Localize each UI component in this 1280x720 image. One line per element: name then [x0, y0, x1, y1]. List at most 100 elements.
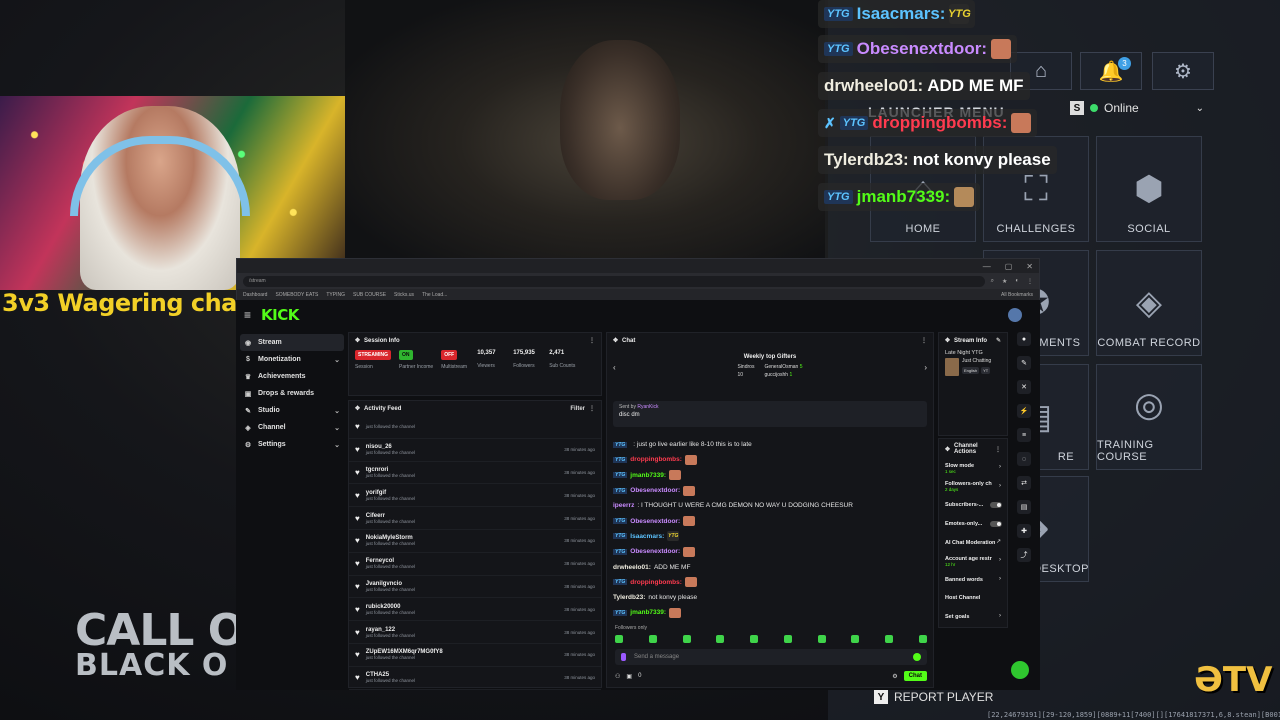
chevron-left-icon[interactable]: ‹	[613, 363, 616, 372]
settings-button[interactable]: ⚙	[1152, 52, 1214, 90]
chat-username[interactable]: jmanb7339:	[630, 472, 666, 479]
chat-username[interactable]: drwheelo01:	[613, 564, 651, 571]
activity-row[interactable]: ♥ ZUpEW16MXM6qr7MG0fY8 just followed the c…	[349, 644, 601, 667]
bookmark-item[interactable]: SOMEBODY EATS	[275, 292, 318, 298]
wrench-icon[interactable]: ✚	[1017, 524, 1031, 538]
activity-row[interactable]: ♥ yorifgif just followed the channel 38 min…	[349, 484, 601, 508]
list-icon[interactable]: ≡	[1017, 428, 1031, 442]
tile-combat-record[interactable]: ◈ COMBAT RECORD	[1096, 250, 1202, 356]
chat-message[interactable]: YTG jmanb7339:	[613, 468, 927, 483]
chat-message[interactable]: YTG: just go live earlier like 8-10 this…	[613, 437, 927, 452]
emoji-icon[interactable]	[913, 653, 921, 661]
emote-icon[interactable]	[885, 635, 894, 643]
sidebar-item-channel[interactable]: ◈ Channel ⌄	[240, 419, 344, 436]
chevron-right-icon[interactable]: ›	[924, 363, 927, 372]
green-action-button[interactable]	[1011, 661, 1029, 679]
channel-action-item[interactable]: Followers-only ch 2 days ›	[939, 478, 1007, 497]
star-icon[interactable]: ★	[1002, 278, 1007, 285]
activity-row[interactable]: ♥ tgcnrori just followed the channel 38 min…	[349, 462, 601, 485]
activity-row[interactable]: ♥ just followed the channel	[349, 416, 601, 439]
tile-training-course[interactable]: ◎ TRAINING COURSE	[1096, 364, 1202, 470]
channel-action-item[interactable]: AI Chat Moderation ↗	[939, 533, 1007, 552]
drag-handle-icon[interactable]: ✥	[355, 405, 360, 412]
emote-icon[interactable]	[615, 635, 623, 643]
drag-handle-icon[interactable]: ✥	[945, 446, 950, 453]
all-bookmarks[interactable]: All Bookmarks	[1001, 292, 1033, 298]
chat-message[interactable]: drwheelo01: ADD ME MF	[613, 559, 927, 574]
activity-row[interactable]: ♥ NokiaMyleStorm just followed the channel…	[349, 530, 601, 553]
kick-logo[interactable]: KICK	[261, 306, 299, 324]
channel-action-item[interactable]: Subscribers-...	[939, 496, 1007, 515]
activity-row[interactable]: ♥ Jvanilgvncio just followed the channel 38…	[349, 576, 601, 599]
channel-action-item[interactable]: Account age restr 12 hr ›	[939, 552, 1007, 571]
filter-button[interactable]: Filter	[570, 406, 585, 412]
send-chat-button[interactable]: Chat	[903, 671, 927, 681]
more-options-icon[interactable]: ⋮	[995, 446, 1001, 453]
sidebar-item-settings[interactable]: ⚙ Settings ⌄	[240, 436, 344, 453]
bookmark-item[interactable]: Dashboard	[243, 292, 267, 298]
chat-username[interactable]: Tylerdb23:	[613, 594, 645, 601]
activity-row[interactable]: ♥ CTHA25 just followed the channel 38 minut…	[349, 667, 601, 690]
sidebar-item-monetization[interactable]: $ Monetization ⌄	[240, 351, 344, 368]
status-badge[interactable]: STREAMING	[355, 350, 391, 360]
channel-action-item[interactable]: Host Channel	[939, 589, 1007, 608]
chat-message[interactable]: YTG Obesenextdoor:	[613, 513, 927, 528]
status-badge[interactable]: ON	[399, 350, 413, 360]
emote-icon[interactable]	[783, 635, 792, 643]
sidebar-item-stream[interactable]: ◉ Stream	[240, 334, 344, 351]
drag-handle-icon[interactable]: ✥	[945, 337, 950, 344]
hamburger-menu-icon[interactable]: ≡	[244, 308, 251, 322]
layout-icon[interactable]: ▤	[1017, 500, 1031, 514]
bolt-icon[interactable]: ⚡	[1017, 404, 1031, 418]
extension-icon[interactable]: ◐	[1015, 278, 1019, 285]
swap-icon[interactable]: ⇄	[1017, 476, 1031, 490]
activity-row[interactable]: ♥ rayan_122 just followed the channel 38 mi…	[349, 621, 601, 644]
chat-username[interactable]: Obesenextdoor:	[630, 548, 680, 555]
emote-icon[interactable]	[851, 635, 860, 643]
menu-icon[interactable]: ⋮	[1027, 278, 1033, 285]
chat-message[interactable]: YTG Obesenextdoor:	[613, 544, 927, 559]
gift-icon[interactable]: ▣	[626, 673, 632, 680]
chat-message[interactable]: YTG Isaacmars: YTG	[613, 529, 927, 544]
emote-icon[interactable]	[648, 635, 657, 643]
chat-username[interactable]: Obesenextdoor:	[630, 487, 680, 494]
chat-username[interactable]: droppingbombs:	[630, 456, 682, 463]
zoom-icon[interactable]: ⌕	[991, 278, 994, 285]
avatar[interactable]	[1008, 308, 1022, 322]
chat-username[interactable]: droppingbombs:	[630, 579, 682, 586]
bookmark-item[interactable]: TYPING	[326, 292, 345, 298]
bookmark-item[interactable]: SUB COURSE	[353, 292, 386, 298]
tile-social[interactable]: ⬢ SOCIAL	[1096, 136, 1202, 242]
activity-row[interactable]: ♥ nisou_26 just followed the channel 38 min…	[349, 439, 601, 462]
chat-message[interactable]: ipeerrz: I THOUGHT U WERE A CMG DEMON NO…	[613, 498, 927, 513]
channel-action-item[interactable]: Slow mode 1 sec ›	[939, 459, 1007, 478]
more-options-icon[interactable]: ⋮	[589, 337, 595, 344]
chat-username[interactable]: Obesenextdoor:	[630, 518, 680, 525]
bookmark-item[interactable]: The Load...	[422, 292, 447, 298]
chat-message[interactable]: YTG jmanb7339:	[613, 605, 927, 620]
chat-message[interactable]: YTG droppingbombs:	[613, 452, 927, 467]
sidebar-item-drops[interactable]: ▣ Drops & rewards	[240, 385, 344, 402]
chat-username[interactable]: jmanb7339:	[630, 609, 666, 616]
close-icon[interactable]: ✕	[1017, 380, 1031, 394]
users-icon[interactable]: ⚇	[615, 673, 620, 680]
more-options-icon[interactable]: ⋮	[921, 337, 927, 344]
emote-icon[interactable]	[918, 635, 927, 643]
chat-username[interactable]: ipeerrz	[613, 502, 634, 509]
report-player-button[interactable]: Y REPORT PLAYER	[874, 690, 993, 704]
chat-message[interactable]: YTG Obesenextdoor:	[613, 483, 927, 498]
drag-handle-icon[interactable]: ✥	[355, 337, 360, 344]
online-status-dropdown[interactable]: S Online ⌄	[1070, 98, 1204, 118]
chat-input[interactable]: Send a message	[615, 649, 927, 665]
edit-icon[interactable]: ✎	[996, 337, 1001, 344]
emote-icon[interactable]	[716, 635, 725, 643]
sidebar-item-studio[interactable]: ✎ Studio ⌄	[240, 402, 344, 419]
activity-row[interactable]: ♥ Ferneycol just followed the channel 38 mi…	[349, 553, 601, 576]
info-icon[interactable]: ●	[1017, 332, 1031, 346]
status-badge[interactable]: OFF	[441, 350, 458, 360]
activity-row[interactable]: ♥ rubick20000 just followed the channel 38 …	[349, 598, 601, 622]
emote-icon[interactable]	[682, 635, 691, 643]
drag-handle-icon[interactable]: ✥	[613, 337, 618, 344]
maximize-icon[interactable]: ▢	[1005, 262, 1013, 271]
channel-action-item[interactable]: Set goals ›	[939, 608, 1007, 627]
